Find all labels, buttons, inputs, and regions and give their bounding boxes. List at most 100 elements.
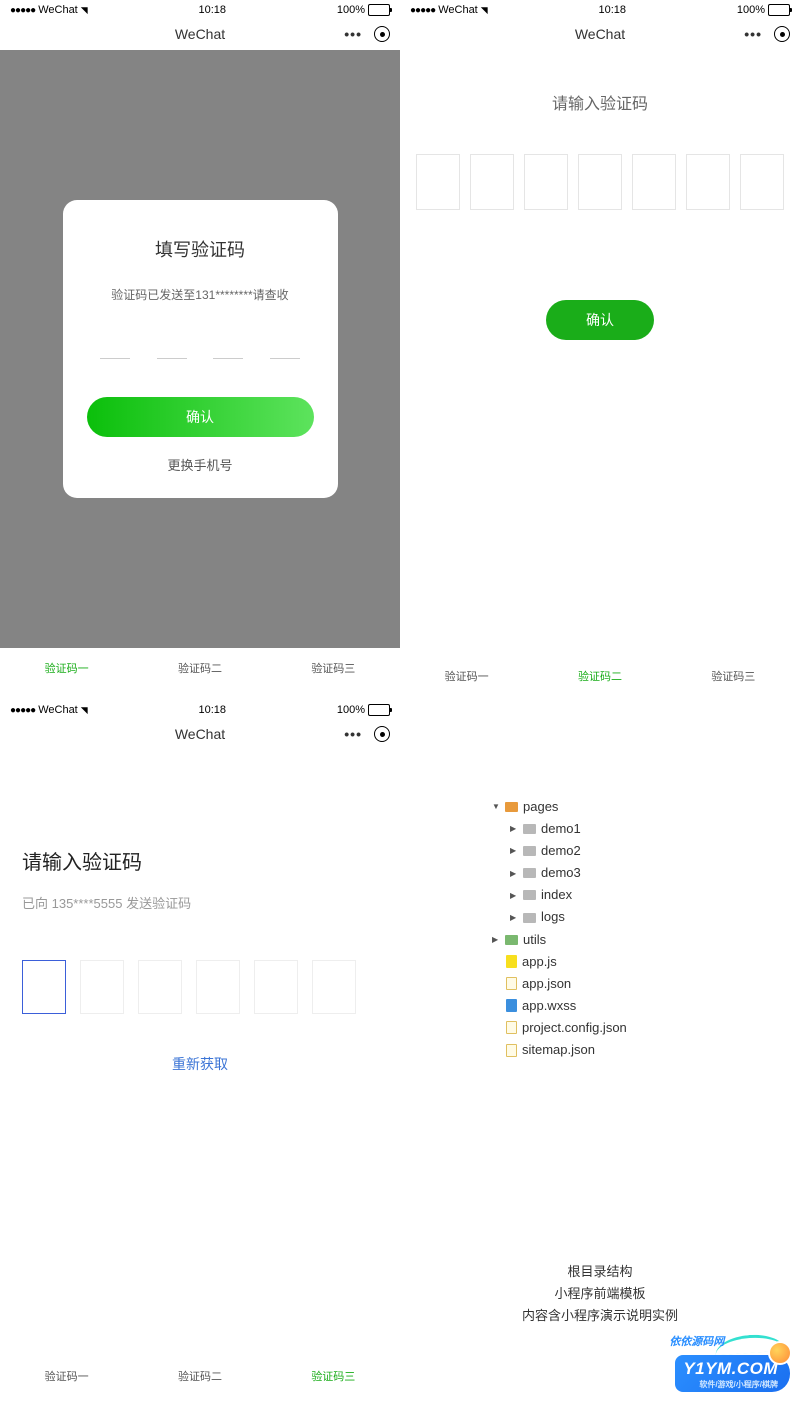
tree-file-appjson[interactable]: app.json <box>492 973 776 995</box>
signal-icon: ●●●●● <box>10 705 35 716</box>
carrier-label: WeChat <box>38 704 78 716</box>
battery-icon <box>368 704 390 716</box>
title-bar: WeChat ••• <box>0 18 400 50</box>
caret-right-icon: ▶ <box>510 844 518 858</box>
status-bar: ●●●●● WeChat ◥ 10:18 100% <box>0 700 400 718</box>
carrier-label: WeChat <box>438 4 478 16</box>
more-icon[interactable]: ••• <box>344 726 362 742</box>
caret-right-icon: ▶ <box>510 867 518 881</box>
tab-code-2[interactable]: 验证码二 <box>178 660 222 676</box>
code-cell[interactable] <box>157 355 187 359</box>
code-cell[interactable] <box>416 154 460 210</box>
code-input-row[interactable] <box>87 355 314 359</box>
file-tree-panel: ▼pages ▶demo1 ▶demo2 ▶demo3 ▶index ▶logs… <box>400 700 800 1400</box>
tab-code-2[interactable]: 验证码二 <box>578 668 622 684</box>
app-title: WeChat <box>575 26 625 42</box>
confirm-button[interactable]: 确认 <box>546 300 654 340</box>
tree-file-appjs[interactable]: app.js <box>492 951 776 973</box>
battery-percent: 100% <box>337 704 365 716</box>
wifi-icon: ◥ <box>81 5 88 16</box>
code-cell[interactable] <box>100 355 130 359</box>
phone-panel-3: ●●●●● WeChat ◥ 10:18 100% WeChat ••• 请输入… <box>0 700 400 1400</box>
code-cell[interactable] <box>270 355 300 359</box>
change-phone-link[interactable]: 更换手机号 <box>87 455 314 474</box>
resend-link[interactable]: 重新获取 <box>22 1054 378 1074</box>
tab-code-1[interactable]: 验证码一 <box>45 1368 89 1384</box>
code-cell[interactable] <box>213 355 243 359</box>
tree-label: app.json <box>522 973 571 995</box>
tab-bar: 验证码一 验证码二 验证码三 <box>0 648 400 688</box>
tab-code-3[interactable]: 验证码三 <box>711 668 755 684</box>
wxss-file-icon <box>506 999 517 1012</box>
folder-icon <box>505 802 518 812</box>
desc-line-1: 根目录结构 <box>424 1261 776 1283</box>
code-cell[interactable] <box>740 154 784 210</box>
code-input-row[interactable] <box>22 960 378 1014</box>
modal-backdrop: 填写验证码 验证码已发送至131********请查收 确认 更换手机号 <box>0 50 400 648</box>
tab-code-3[interactable]: 验证码三 <box>311 1368 355 1384</box>
title-bar: WeChat ••• <box>0 718 400 750</box>
caret-right-icon: ▶ <box>510 911 518 925</box>
code-cell[interactable] <box>632 154 676 210</box>
folder-icon <box>523 824 536 834</box>
page-title: 请输入验证码 <box>22 846 378 875</box>
tree-label: sitemap.json <box>522 1039 595 1061</box>
tab-bar: 验证码一 验证码二 验证码三 <box>0 1356 400 1396</box>
tree-folder-utils[interactable]: ▶utils <box>492 929 776 951</box>
tab-code-3[interactable]: 验证码三 <box>311 660 355 676</box>
code-cell[interactable] <box>470 154 514 210</box>
tree-label: demo3 <box>541 862 581 884</box>
confirm-button[interactable]: 确认 <box>87 397 314 437</box>
tree-file-project[interactable]: project.config.json <box>492 1017 776 1039</box>
tree-folder-demo3[interactable]: ▶ demo3 <box>492 862 776 884</box>
file-tree: ▼pages ▶demo1 ▶demo2 ▶demo3 ▶index ▶logs… <box>424 796 776 1061</box>
app-title: WeChat <box>175 26 225 42</box>
code-cell[interactable] <box>22 960 66 1014</box>
close-mini-icon[interactable] <box>774 26 790 42</box>
tree-label: demo2 <box>541 840 581 862</box>
code-cell[interactable] <box>312 960 356 1014</box>
folder-icon <box>523 913 536 923</box>
watermark-badge: 依依源码网 Y1YM.COM 软件/游戏/小程序/棋牌 <box>675 1355 790 1392</box>
tab-bar: 验证码一 验证码二 验证码三 <box>400 656 800 696</box>
tree-label: pages <box>523 796 558 818</box>
dialog-subtitle: 验证码已发送至131********请查收 <box>87 286 314 303</box>
close-mini-icon[interactable] <box>374 26 390 42</box>
folder-icon <box>523 846 536 856</box>
code-cell[interactable] <box>524 154 568 210</box>
tree-folder-pages[interactable]: ▼ pages <box>492 796 776 818</box>
tree-file-sitemap[interactable]: sitemap.json <box>492 1039 776 1061</box>
folder-icon <box>505 935 518 945</box>
page-subtitle: 已向 135****5555 发送验证码 <box>22 893 378 912</box>
tree-file-appwxss[interactable]: app.wxss <box>492 995 776 1017</box>
status-bar: ●●●●● WeChat ◥ 10:18 100% <box>400 0 800 18</box>
more-icon[interactable]: ••• <box>344 26 362 42</box>
code-cell[interactable] <box>254 960 298 1014</box>
battery-icon <box>368 4 390 16</box>
close-mini-icon[interactable] <box>374 726 390 742</box>
tree-folder-demo2[interactable]: ▶ demo2 <box>492 840 776 862</box>
tree-label: project.config.json <box>522 1017 627 1039</box>
more-icon[interactable]: ••• <box>744 26 762 42</box>
code-input-row[interactable] <box>400 154 800 210</box>
tree-folder-demo1[interactable]: ▶demo1 <box>492 818 776 840</box>
folder-icon <box>523 868 536 878</box>
code-cell[interactable] <box>138 960 182 1014</box>
caret-down-icon: ▼ <box>492 800 500 814</box>
app-title: WeChat <box>175 726 225 742</box>
code-cell[interactable] <box>578 154 622 210</box>
code-cell[interactable] <box>686 154 730 210</box>
clock-label: 10:18 <box>199 4 227 16</box>
tab-code-1[interactable]: 验证码一 <box>445 668 489 684</box>
tree-folder-logs[interactable]: ▶ logs <box>492 906 776 928</box>
code-cell[interactable] <box>196 960 240 1014</box>
tree-label: logs <box>541 906 565 928</box>
badge-top-text: 依依源码网 <box>669 1333 724 1349</box>
tab-code-1[interactable]: 验证码一 <box>45 660 89 676</box>
caret-right-icon: ▶ <box>492 933 500 947</box>
code-cell[interactable] <box>80 960 124 1014</box>
tab-code-2[interactable]: 验证码二 <box>178 1368 222 1384</box>
tree-label: index <box>541 884 572 906</box>
tree-folder-index[interactable]: ▶index <box>492 884 776 906</box>
orb-icon <box>768 1341 792 1365</box>
